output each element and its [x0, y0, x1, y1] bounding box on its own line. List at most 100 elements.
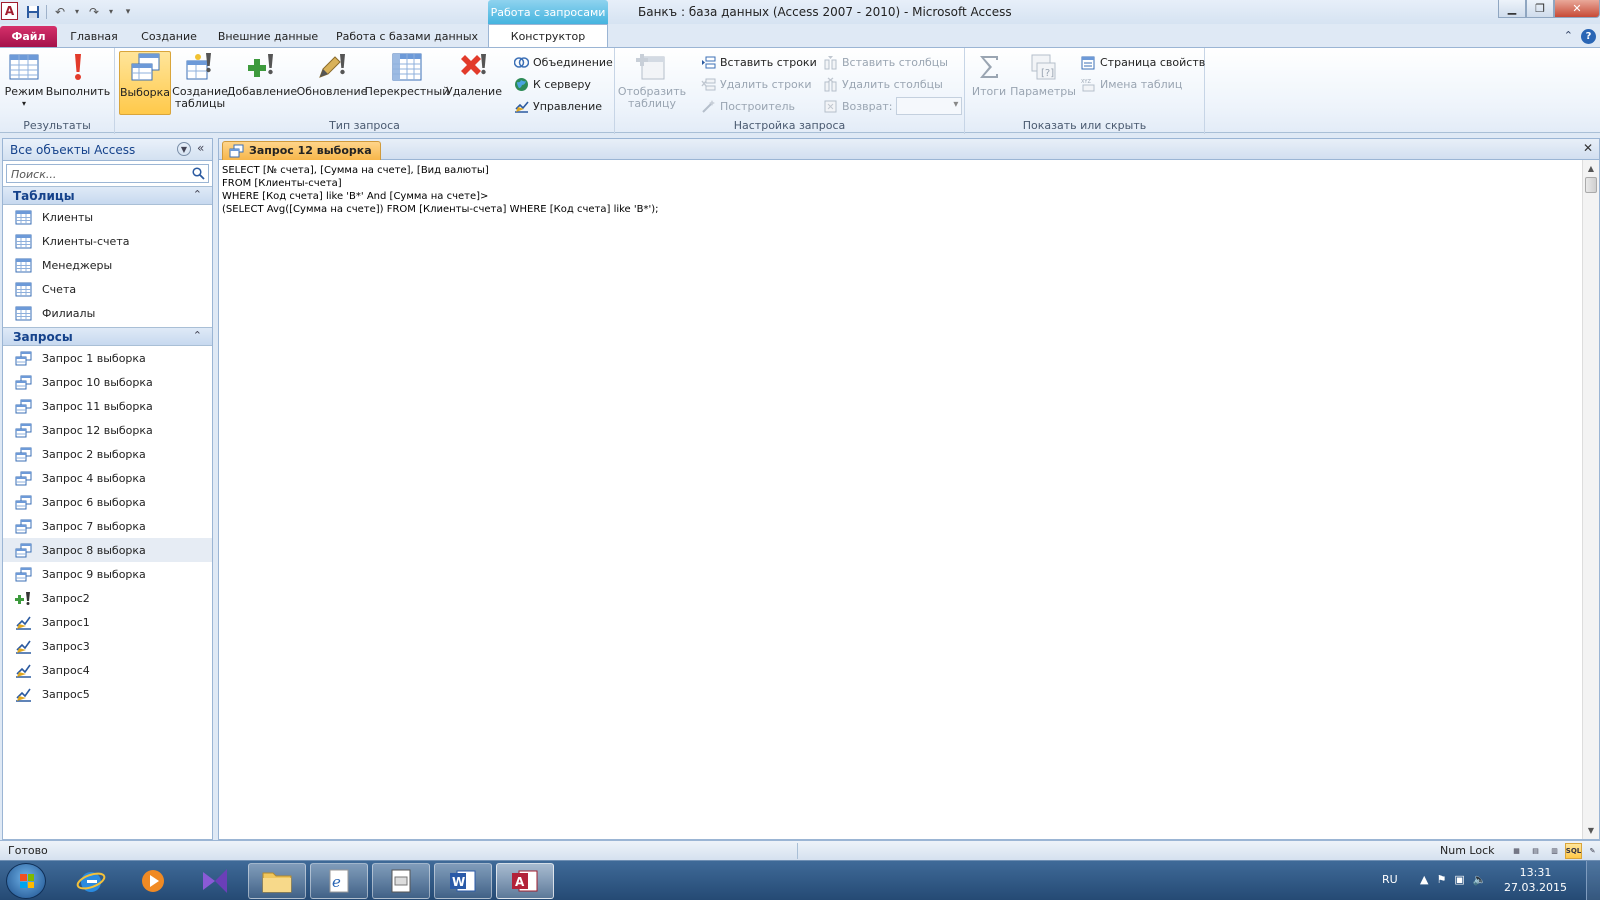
taskbar-internet-explorer[interactable]	[62, 863, 120, 899]
nav-query-item[interactable]: Запрос 8 выборка	[3, 538, 212, 562]
access-app-icon[interactable]: A	[1, 2, 18, 20]
taskbar-media-player[interactable]	[124, 863, 182, 899]
delete-columns-button[interactable]: Удалить столбцы	[823, 74, 943, 94]
document-tab-query-12[interactable]: Запрос 12 выборка	[222, 141, 381, 160]
nav-table-item[interactable]: Клиенты-счета	[3, 229, 212, 253]
restore-button[interactable]: ❐	[1526, 0, 1554, 18]
nav-search-input[interactable]: Поиск...	[6, 164, 209, 183]
builder-button[interactable]: Построитель	[701, 96, 795, 116]
tab-external-data[interactable]: Внешние данные	[214, 26, 322, 47]
nav-query-item[interactable]: Запрос 10 выборка	[3, 370, 212, 394]
language-indicator[interactable]: RU	[1382, 873, 1398, 886]
search-icon[interactable]	[192, 167, 205, 180]
pass-through-button[interactable]: К серверу	[514, 74, 591, 94]
delete-button[interactable]: Удаление	[446, 51, 502, 115]
clock[interactable]: 13:31 27.03.2015	[1504, 865, 1567, 895]
nav-query-item[interactable]: Запрос1	[3, 610, 212, 634]
parameters-button[interactable]: [?] Параметры	[1010, 51, 1076, 115]
nav-query-item[interactable]: Запрос 6 выборка	[3, 490, 212, 514]
network-icon[interactable]: ▣	[1454, 873, 1464, 886]
property-sheet-button[interactable]: Страница свойств	[1081, 52, 1205, 72]
taskbar-ie-window[interactable]: e	[310, 863, 368, 899]
taskbar-document-viewer[interactable]	[372, 863, 430, 899]
nav-query-item[interactable]: Запрос5	[3, 682, 212, 706]
nav-query-item[interactable]: Запрос 11 выборка	[3, 394, 212, 418]
nav-menu-dropdown-icon[interactable]: ▼	[177, 142, 191, 156]
nav-section-tables[interactable]: Таблицы ⌃	[3, 186, 212, 205]
nav-table-item[interactable]: Счета	[3, 277, 212, 301]
collapse-section-icon[interactable]: ⌃	[193, 329, 202, 342]
start-button[interactable]	[6, 863, 46, 899]
insert-columns-icon	[824, 55, 837, 69]
nav-query-item[interactable]: Запрос4	[3, 658, 212, 682]
totals-button[interactable]: Итоги	[971, 51, 1007, 115]
scroll-up-icon[interactable]: ▲	[1583, 160, 1599, 177]
undo-icon[interactable]: ↶	[51, 3, 69, 20]
nav-table-item[interactable]: Клиенты	[3, 205, 212, 229]
nav-query-item[interactable]: Запрос 1 выборка	[3, 346, 212, 370]
union-button[interactable]: Объединение	[514, 52, 613, 72]
redo-dropdown-icon[interactable]: ▾	[107, 3, 115, 20]
customize-qat-icon[interactable]: ▾	[119, 3, 137, 20]
delete-rows-button[interactable]: Удалить строки	[701, 74, 812, 94]
close-button[interactable]: ✕	[1554, 0, 1600, 18]
pivot-table-view-icon[interactable]: ▤	[1527, 843, 1544, 859]
insert-columns-button[interactable]: Вставить столбцы	[823, 52, 948, 72]
taskbar-access[interactable]: A	[496, 863, 554, 899]
return-combo[interactable]	[896, 97, 963, 115]
show-hidden-icons-icon[interactable]: ▲	[1420, 873, 1428, 886]
sql-view-button[interactable]: SQL	[1565, 843, 1582, 859]
minimize-button[interactable]: ▁	[1498, 0, 1526, 18]
nav-query-item[interactable]: Запрос3	[3, 634, 212, 658]
nav-query-item[interactable]: Запрос 4 выборка	[3, 466, 212, 490]
select-query-button[interactable]: Выборка	[119, 51, 171, 115]
sql-line: FROM [Клиенты-счета]	[222, 178, 342, 189]
close-document-icon[interactable]: ✕	[1583, 141, 1593, 155]
datasheet-view-icon[interactable]: ▦	[1508, 843, 1525, 859]
nav-table-item[interactable]: Менеджеры	[3, 253, 212, 277]
pivot-chart-view-icon[interactable]: ▥	[1546, 843, 1563, 859]
nav-query-item[interactable]: Запрос 9 выборка	[3, 562, 212, 586]
make-table-button[interactable]: Создание таблицы	[172, 51, 228, 115]
save-icon[interactable]	[24, 3, 42, 20]
nav-query-item[interactable]: Запрос 12 выборка	[3, 418, 212, 442]
tab-create[interactable]: Создание	[134, 26, 204, 47]
nav-section-queries[interactable]: Запросы ⌃	[3, 327, 212, 346]
nav-query-item[interactable]: Запрос 2 выборка	[3, 442, 212, 466]
data-definition-button[interactable]: Управление	[514, 96, 602, 116]
taskbar-explorer[interactable]	[248, 863, 306, 899]
scroll-down-icon[interactable]: ▼	[1583, 822, 1599, 839]
nav-query-item[interactable]: Запрос 7 выборка	[3, 514, 212, 538]
property-sheet-icon	[1081, 56, 1095, 69]
nav-header[interactable]: Все объекты Access ▼ «	[3, 139, 212, 161]
taskbar-visual-studio[interactable]	[186, 863, 244, 899]
nav-collapse-icon[interactable]: «	[197, 141, 204, 155]
show-table-button[interactable]: Отобразить таблицу	[618, 51, 686, 115]
table-names-button[interactable]: XYZ Имена таблиц	[1081, 74, 1182, 94]
sql-editor[interactable]: SELECT [№ счета], [Сумма на счете], [Вид…	[222, 164, 659, 216]
tab-home[interactable]: Главная	[64, 26, 124, 47]
redo-icon[interactable]: ↷	[85, 3, 103, 20]
design-view-icon[interactable]: ✎	[1584, 843, 1600, 859]
scroll-thumb[interactable]	[1585, 177, 1597, 193]
run-button[interactable]: Выполнить	[46, 51, 110, 115]
mode-button[interactable]: Режим ▾	[4, 51, 44, 115]
undo-dropdown-icon[interactable]: ▾	[73, 3, 81, 20]
insert-rows-button[interactable]: Вставить строки	[701, 52, 817, 72]
collapse-section-icon[interactable]: ⌃	[193, 188, 202, 201]
volume-icon[interactable]: 🔈	[1473, 873, 1487, 886]
show-desktop-button[interactable]	[1586, 861, 1600, 900]
tab-design[interactable]: Конструктор	[488, 24, 608, 48]
tab-file[interactable]: Файл	[0, 26, 57, 47]
taskbar-word[interactable]: W	[434, 863, 492, 899]
minimize-ribbon-icon[interactable]: ⌃	[1564, 29, 1573, 44]
nav-table-item[interactable]: Филиалы	[3, 301, 212, 325]
vertical-scrollbar[interactable]: ▲ ▼	[1582, 160, 1599, 839]
append-button[interactable]: Добавление	[227, 51, 297, 115]
help-icon[interactable]: ?	[1581, 29, 1596, 44]
update-button[interactable]: Обновление	[297, 51, 367, 115]
crosstab-button[interactable]: Перекрестный	[365, 51, 449, 115]
tab-database-tools[interactable]: Работа с базами данных	[332, 26, 482, 47]
action-center-flag-icon[interactable]: ⚑	[1436, 873, 1446, 886]
nav-query-item[interactable]: Запрос2	[3, 586, 212, 610]
